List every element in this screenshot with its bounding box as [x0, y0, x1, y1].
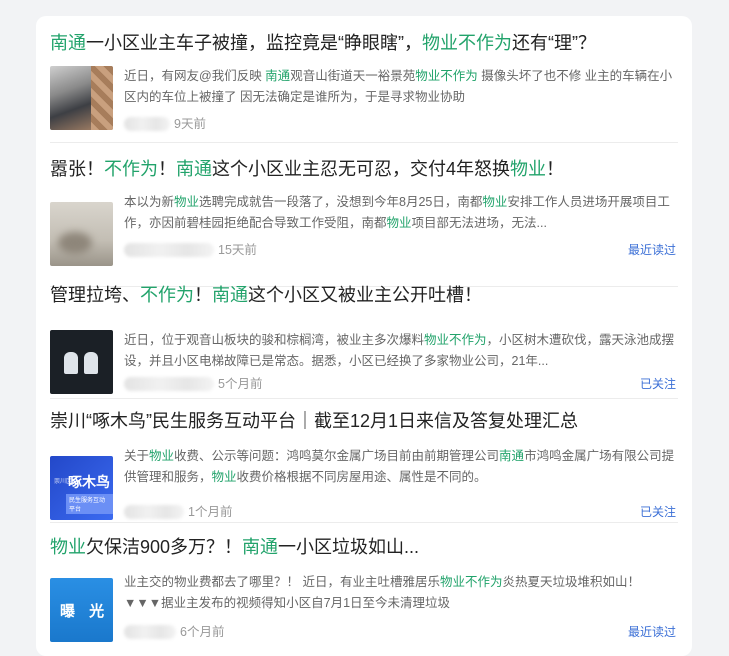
article-summary: 业主交的物业费都去了哪里？！ 近日，有业主吐槽雅居乐物业不作为炎热夏天垃圾堆积如… [124, 572, 676, 614]
recently-read-tag: 最近读过 [627, 625, 676, 639]
divider [50, 522, 678, 523]
summary-segment: 观音山街道天一裕景苑 [290, 69, 416, 83]
summary-segment: 收费、公示等问题：鸿鸣莫尔金属广场目前由前期管理公司 [174, 449, 500, 463]
publish-time: 9天前 [174, 117, 206, 131]
title-segment: 不作为 [140, 285, 194, 305]
divider [50, 142, 678, 143]
article-meta: 5个月前 已关注 [124, 374, 676, 394]
summary-segment: 近日，有网友@我们反映 [124, 69, 266, 83]
blurred-source [124, 377, 214, 391]
summary-segment: 物业不作为 [424, 333, 487, 347]
summary-segment: 物业 [482, 195, 508, 209]
publish-time: 15天前 [218, 243, 257, 257]
title-segment: 南通 [212, 285, 248, 305]
publish-time: 5个月前 [218, 377, 263, 391]
summary-segment: 南通 [265, 69, 291, 83]
article-title[interactable]: 嚣张！不作为！南通这个小区业主忍无可忍，交付4年怒换物业！ [50, 156, 680, 182]
article-thumbnail[interactable]: 崇川区 啄木鸟 民生服务互动平台 [50, 456, 113, 520]
title-segment: 管理拉垮、 [50, 285, 140, 305]
article-title[interactable]: 崇川“啄木鸟”民生服务互动平台｜截至12月1日来信及答复处理汇总 [50, 408, 680, 434]
thumbnail-caption: 曝 光 [60, 603, 110, 620]
article-thumbnail[interactable] [50, 202, 113, 266]
title-segment: ！ [546, 159, 565, 179]
summary-segment: 选聘完成就告一段落了，没想到今年8月25日，南都 [199, 195, 483, 209]
title-segment: 南通 [176, 159, 212, 179]
summary-segment: 物业 [211, 470, 237, 484]
list-item[interactable]: 嚣张！不作为！南通这个小区业主忍无可忍，交付4年怒换物业！ 本以为新物业选聘完成… [50, 156, 680, 278]
summary-segment: 关于 [124, 449, 150, 463]
blurred-source [124, 117, 170, 131]
list-item[interactable]: 物业欠保洁900多万？！南通一小区垃圾如山... 曝 光 业主交的物业费都去了哪… [50, 534, 680, 656]
title-segment: 崇川“啄木鸟”民生服务互动平台｜截至12月1日来信及答复处理汇总 [50, 411, 579, 431]
article-meta: 6个月前 最近读过 [124, 622, 676, 642]
article-thumbnail[interactable]: 曝 光 [50, 578, 113, 642]
title-segment: 欠保洁900多万？！ [86, 537, 243, 557]
list-item[interactable]: 南通一小区业主车子被撞，监控竟是“睁眼瞎”，物业不作为还有“理”？ 近日，有网友… [50, 30, 680, 140]
recently-read-tag: 最近读过 [627, 243, 676, 257]
publish-time: 1个月前 [188, 505, 233, 519]
summary-segment: 南通 [499, 449, 525, 463]
title-segment: 南通 [50, 33, 86, 53]
list-item[interactable]: 管理拉垮、不作为！南通这个小区又被业主公开吐槽！ 近日，位于观音山板块的骏和棕榈… [50, 282, 680, 404]
thumbnail-caption: 啄木鸟 [68, 474, 110, 490]
list-item[interactable]: 崇川“啄木鸟”民生服务互动平台｜截至12月1日来信及答复处理汇总 崇川区 啄木鸟… [50, 408, 680, 530]
title-segment: 一小区业主车子被撞，监控竟是“睁眼瞎”， [86, 33, 422, 53]
article-summary: 近日，有网友@我们反映 南通观音山街道天一裕景苑物业不作为 摄像头坏了也不修 业… [124, 66, 676, 108]
blurred-source [124, 243, 214, 257]
summary-segment: 物业 [174, 195, 200, 209]
followed-tag: 已关注 [639, 377, 676, 391]
title-segment: 这个小区又被业主公开吐槽！ [248, 285, 482, 305]
article-meta: 15天前 最近读过 [124, 240, 676, 260]
article-title[interactable]: 管理拉垮、不作为！南通这个小区又被业主公开吐槽！ [50, 282, 680, 308]
title-segment: 还有“理”？ [512, 33, 596, 53]
divider [50, 398, 678, 399]
title-segment: ！ [194, 285, 212, 305]
article-meta: 1个月前 已关注 [124, 502, 676, 522]
summary-segment: 物业不作为 [415, 69, 478, 83]
publish-time: 6个月前 [180, 625, 225, 639]
summary-segment: 项目部无法进场，无法... [411, 216, 547, 230]
article-summary: 近日，位于观音山板块的骏和棕榈湾，被业主多次爆料物业不作为，小区树木遭砍伐，露天… [124, 330, 676, 372]
summary-segment: 近日，位于观音山板块的骏和棕榈湾，被业主多次爆料 [124, 333, 425, 347]
article-thumbnail[interactable] [50, 330, 113, 394]
article-summary: 关于物业收费、公示等问题：鸿鸣莫尔金属广场目前由前期管理公司南通市鸿鸣金属广场有… [124, 446, 676, 488]
title-segment: 不作为 [104, 159, 158, 179]
summary-segment: 物业不作为 [439, 575, 503, 589]
blurred-source [124, 505, 184, 519]
article-meta: 9天前 [124, 114, 676, 134]
title-segment: ！ [158, 159, 176, 179]
title-segment: 物业 [510, 159, 547, 179]
article-thumbnail[interactable] [50, 66, 113, 130]
title-segment: 这个小区业主忍无可忍，交付4年怒换 [212, 159, 511, 179]
summary-segment: 业主交的物业费都去了哪里？！ 近日，有业主吐槽雅居乐 [124, 575, 440, 589]
article-title[interactable]: 物业欠保洁900多万？！南通一小区垃圾如山... [50, 534, 680, 560]
thumbnail-caption: 民生服务互动平台 [66, 494, 113, 514]
article-title[interactable]: 南通一小区业主车子被撞，监控竟是“睁眼瞎”，物业不作为还有“理”？ [50, 30, 680, 56]
search-results-card: 南通一小区业主车子被撞，监控竟是“睁眼瞎”，物业不作为还有“理”？ 近日，有网友… [36, 16, 692, 656]
title-segment: 物业 [50, 537, 86, 557]
title-segment: 嚣张！ [50, 159, 104, 179]
blurred-source [124, 625, 176, 639]
article-summary: 本以为新物业选聘完成就告一段落了，没想到今年8月25日，南都物业安排工作人员进场… [124, 192, 676, 234]
title-segment: 物业不作为 [422, 33, 512, 53]
title-segment: 一小区垃圾如山... [278, 537, 420, 557]
followed-tag: 已关注 [639, 505, 676, 519]
summary-segment: 收费价格根据不同房屋用途、属性是不同的。 [236, 470, 487, 484]
summary-segment: 物业 [149, 449, 175, 463]
summary-segment: 本以为新 [124, 195, 175, 209]
title-segment: 南通 [242, 537, 279, 557]
summary-segment: 物业 [386, 216, 412, 230]
